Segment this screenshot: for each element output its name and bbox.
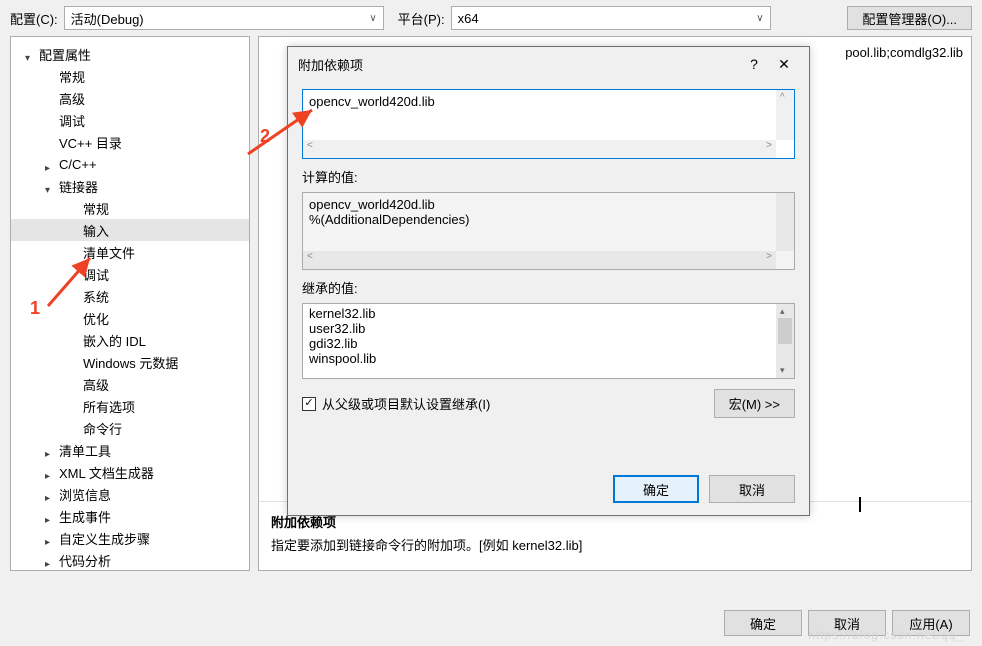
tree-item[interactable]: 自定义生成步骤 xyxy=(11,527,249,549)
inherited-list[interactable]: kernel32.lib user32.lib gdi32.lib winspo… xyxy=(302,303,795,379)
close-icon[interactable]: ✕ xyxy=(769,56,799,73)
config-manager-button[interactable]: 配置管理器(O)... xyxy=(847,6,972,30)
chevron-down-icon: ∨ xyxy=(756,13,763,24)
tree-item[interactable]: 常规 xyxy=(11,197,249,219)
tree-item[interactable]: 所有选项 xyxy=(11,395,249,417)
computed-label: 计算的值: xyxy=(302,167,795,186)
dialog-ok-button[interactable]: 确定 xyxy=(613,475,699,503)
tree-item[interactable]: 浏览信息 xyxy=(11,483,249,505)
tree-item[interactable]: XML 文档生成器 xyxy=(11,461,249,483)
computed-box: opencv_world420d.lib %(AdditionalDepende… xyxy=(302,192,795,270)
inherited-label: 继承的值: xyxy=(302,278,795,297)
scrollbar-vertical[interactable] xyxy=(776,304,794,378)
dialog-titlebar[interactable]: 附加依赖项 ? ✕ xyxy=(288,47,809,81)
tree-item[interactable]: 常规 xyxy=(11,65,249,87)
deps-edit-value: opencv_world420d.lib xyxy=(309,94,768,109)
tree-item[interactable]: 优化 xyxy=(11,307,249,329)
inherit-checkbox[interactable] xyxy=(302,397,316,411)
scrollbar-vertical[interactable] xyxy=(776,193,794,251)
help-icon[interactable]: ? xyxy=(739,56,769,72)
watermark: https://blog.csdn.net/qq_ xyxy=(808,628,964,642)
tree-linker-input[interactable]: 输入 xyxy=(11,219,249,241)
tree-cpp[interactable]: C/C++ xyxy=(11,153,249,175)
tree-item[interactable]: VC++ 目录 xyxy=(11,131,249,153)
tree-item[interactable]: 嵌入的 IDL xyxy=(11,329,249,351)
tree-panel[interactable]: 配置属性 常规 高级 调试 VC++ 目录 C/C++ 链接器 常规 输入 清单… xyxy=(10,36,250,571)
tree-item[interactable]: 生成事件 xyxy=(11,505,249,527)
tree-linker[interactable]: 链接器 xyxy=(11,175,249,197)
description-text: 指定要添加到链接命令行的附加项。[例如 kernel32.lib] xyxy=(271,535,959,554)
tree-item[interactable]: 清单文件 xyxy=(11,241,249,263)
scrollbar-vertical[interactable] xyxy=(776,90,794,140)
platform-combo[interactable]: x64 ∨ xyxy=(451,6,771,30)
top-toolbar: 配置(C): 活动(Debug) ∨ 平台(P): x64 ∨ 配置管理器(O)… xyxy=(0,0,982,36)
tree-item[interactable]: Windows 元数据 xyxy=(11,351,249,373)
tree-root[interactable]: 配置属性 xyxy=(11,43,249,65)
deps-edit-box[interactable]: opencv_world420d.lib xyxy=(302,89,795,159)
platform-label: 平台(P): xyxy=(398,9,445,28)
text-caret xyxy=(859,497,861,512)
chevron-down-icon: ∨ xyxy=(369,13,376,24)
tree-item[interactable]: 清单工具 xyxy=(11,439,249,461)
tree-item[interactable]: 高级 xyxy=(11,373,249,395)
dialog-title: 附加依赖项 xyxy=(298,55,739,74)
tree-item[interactable]: 高级 xyxy=(11,87,249,109)
ok-button[interactable]: 确定 xyxy=(724,610,802,636)
inherit-label: 从父级或项目默认设置继承(I) xyxy=(322,394,490,413)
tree-item[interactable]: 调试 xyxy=(11,263,249,285)
tree-item[interactable]: 调试 xyxy=(11,109,249,131)
dialog-cancel-button[interactable]: 取消 xyxy=(709,475,795,503)
macro-button[interactable]: 宏(M) >> xyxy=(714,389,795,418)
config-combo[interactable]: 活动(Debug) ∨ xyxy=(64,6,384,30)
config-label: 配置(C): xyxy=(10,9,58,28)
scrollbar-horizontal[interactable] xyxy=(303,140,776,158)
scrollbar-horizontal[interactable] xyxy=(303,251,776,269)
platform-value: x64 xyxy=(458,11,479,26)
tree-item[interactable]: 命令行 xyxy=(11,417,249,439)
tree-item[interactable]: 代码分析 xyxy=(11,549,249,571)
config-value: 活动(Debug) xyxy=(71,9,144,28)
tree-item[interactable]: 系统 xyxy=(11,285,249,307)
additional-deps-dialog: 附加依赖项 ? ✕ opencv_world420d.lib 计算的值: ope… xyxy=(287,46,810,516)
